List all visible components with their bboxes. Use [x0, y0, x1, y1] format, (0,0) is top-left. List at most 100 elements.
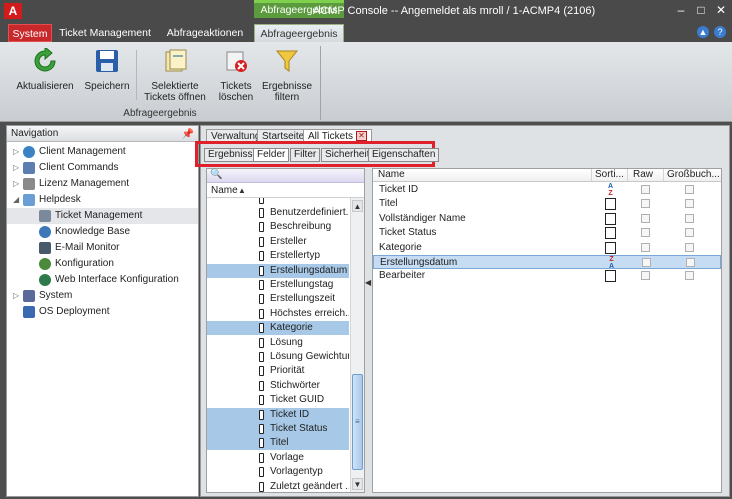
delete-tickets-button[interactable]: Tickets löschen	[214, 48, 258, 103]
field-row[interactable]: Beschreibung	[207, 220, 349, 234]
nav-item-helpdesk[interactable]: ◢ Helpdesk	[13, 192, 81, 207]
sort-box[interactable]	[605, 270, 616, 283]
uppercase-checkbox[interactable]	[685, 271, 694, 281]
tab-abfrageaktionen[interactable]: Abfrageaktionen	[162, 24, 248, 42]
grid-row[interactable]: Bearbeiter	[373, 269, 721, 283]
filter-results-label-1: Ergebnisse	[261, 81, 313, 92]
nav-item-web-interface-konfiguration[interactable]: Web Interface Konfiguration	[39, 272, 179, 287]
subtab-filter[interactable]: Filter	[290, 148, 321, 162]
tab-abfrageergebnis[interactable]: Abfrageergebnis	[254, 24, 344, 43]
uppercase-checkbox[interactable]	[686, 258, 695, 267]
field-row[interactable]: Ticket ID	[207, 407, 349, 422]
panel-splitter[interactable]: ◀	[365, 168, 372, 493]
column-header-name[interactable]: Name ▲	[207, 184, 364, 198]
header-name[interactable]: Name	[378, 169, 405, 181]
sort-ascending-icon[interactable]: AZ	[605, 183, 616, 197]
raw-checkbox[interactable]	[641, 213, 650, 223]
subtab-eigenschaften[interactable]: Eigenschaften	[368, 148, 440, 162]
field-label: Priorität	[270, 365, 305, 377]
filter-results-button[interactable]: Ergebnisse filtern	[260, 48, 314, 103]
nav-item-client-management[interactable]: ▷ Client Management	[13, 144, 126, 159]
open-selected-tickets-button[interactable]: Selektierte Tickets öffnen	[140, 48, 210, 103]
close-tab-icon[interactable]: ✕	[356, 131, 368, 142]
field-row[interactable]: Zuletzt geändert ...	[207, 480, 349, 492]
header-grossbuchstaben[interactable]: Großbuch...	[667, 169, 720, 181]
subtab-felder[interactable]: Felder	[253, 148, 290, 162]
pin-icon[interactable]: 📌	[182, 127, 194, 142]
expand-icon[interactable]: ▷	[13, 288, 23, 303]
field-row[interactable]: Lösung	[207, 336, 349, 350]
field-row[interactable]: Ticket Status	[207, 422, 349, 436]
refresh-button[interactable]: Aktualisieren	[12, 45, 78, 92]
field-row[interactable]: Erstellungszeit	[207, 292, 349, 306]
field-row[interactable]: Vorlage	[207, 451, 349, 465]
subtab-sicherheit[interactable]: Sicherheit	[321, 148, 374, 162]
grid-row[interactable]: Kategorie	[373, 241, 721, 255]
vertical-scrollbar[interactable]: ▲ ≡ ▼	[350, 198, 364, 492]
uppercase-checkbox[interactable]	[685, 213, 694, 223]
scroll-down-arrow[interactable]: ▼	[352, 478, 363, 490]
close-button[interactable]: ✕	[714, 3, 728, 17]
sort-box[interactable]	[605, 227, 616, 240]
save-button[interactable]: Speichern	[82, 48, 132, 92]
raw-checkbox[interactable]	[641, 242, 650, 252]
nav-item-client-commands[interactable]: ▷ Client Commands	[13, 160, 118, 175]
raw-checkbox[interactable]	[641, 271, 650, 281]
help-icon[interactable]: ?	[714, 26, 726, 38]
uppercase-checkbox[interactable]	[685, 199, 694, 209]
expand-icon[interactable]: ▷	[13, 176, 23, 191]
tab-ticket-management[interactable]: Ticket Management	[56, 24, 154, 42]
maximize-button[interactable]: □	[694, 3, 708, 17]
grid-row[interactable]: Erstellungsdatum Z A	[373, 255, 721, 270]
nav-item-os-deployment[interactable]: OS Deployment	[13, 304, 110, 319]
nav-item-lizenz-management[interactable]: ▷ Lizenz Management	[13, 176, 129, 191]
grid-row[interactable]: Vollständiger Name	[373, 212, 721, 226]
field-label: Ticket GUID	[270, 394, 325, 406]
field-row[interactable]: Stichwörter	[207, 379, 349, 393]
nav-item-email-monitor[interactable]: E-Mail Monitor	[39, 240, 119, 255]
scroll-up-arrow[interactable]: ▲	[352, 200, 363, 212]
field-row[interactable]: Ersteller	[207, 235, 349, 249]
tab-system[interactable]: System	[8, 24, 52, 42]
header-sortierung[interactable]: Sorti...	[595, 169, 624, 181]
raw-checkbox[interactable]	[641, 185, 650, 194]
field-row[interactable]: Erstellertyp	[207, 249, 349, 263]
field-row[interactable]: Lösung Gewichtung	[207, 350, 349, 364]
nav-item-knowledge-base[interactable]: Knowledge Base	[39, 224, 130, 239]
field-row[interactable]: Ticket GUID	[207, 393, 349, 407]
expand-icon[interactable]: ▷	[13, 160, 23, 175]
field-row-partial[interactable]	[207, 198, 349, 206]
raw-checkbox[interactable]	[642, 258, 651, 267]
splitter-arrow-icon[interactable]: ◀	[365, 278, 371, 287]
field-row[interactable]: Erstellungstag	[207, 278, 349, 292]
sort-box[interactable]	[605, 198, 616, 211]
collapse-icon[interactable]: ◢	[13, 192, 23, 207]
sort-box[interactable]	[605, 212, 616, 225]
search-field[interactable]: 🔍	[207, 169, 364, 183]
field-row[interactable]: Erstellungsdatum	[207, 263, 349, 278]
sort-box[interactable]	[605, 241, 616, 254]
minimize-button[interactable]: –	[674, 3, 688, 17]
scroll-thumb[interactable]: ≡	[352, 374, 363, 470]
grid-row[interactable]: Ticket ID A Z	[373, 183, 721, 197]
uppercase-checkbox[interactable]	[685, 242, 694, 252]
expand-icon[interactable]: ▷	[13, 144, 23, 159]
field-row[interactable]: Benutzerdefiniert...	[207, 206, 349, 220]
header-raw[interactable]: Raw	[633, 169, 653, 181]
grid-row[interactable]: Titel	[373, 197, 721, 211]
field-row[interactable]: Priorität	[207, 364, 349, 378]
raw-checkbox[interactable]	[641, 199, 650, 209]
raw-checkbox[interactable]	[641, 228, 650, 238]
field-row[interactable]: Titel	[207, 436, 349, 451]
nav-item-system[interactable]: ▷ System	[13, 288, 72, 303]
grid-row[interactable]: Ticket Status	[373, 226, 721, 240]
sort-descending-icon[interactable]: ZA	[606, 256, 617, 270]
collapse-ribbon-icon[interactable]: ▲	[697, 26, 709, 38]
field-row[interactable]: Höchstes erreich...	[207, 307, 349, 321]
uppercase-checkbox[interactable]	[685, 228, 694, 238]
field-row[interactable]: Vorlagentyp	[207, 465, 349, 479]
field-row[interactable]: Kategorie	[207, 321, 349, 336]
uppercase-checkbox[interactable]	[685, 185, 694, 194]
nav-item-konfiguration[interactable]: Konfiguration	[39, 256, 114, 271]
nav-item-ticket-management[interactable]: Ticket Management	[39, 208, 142, 223]
